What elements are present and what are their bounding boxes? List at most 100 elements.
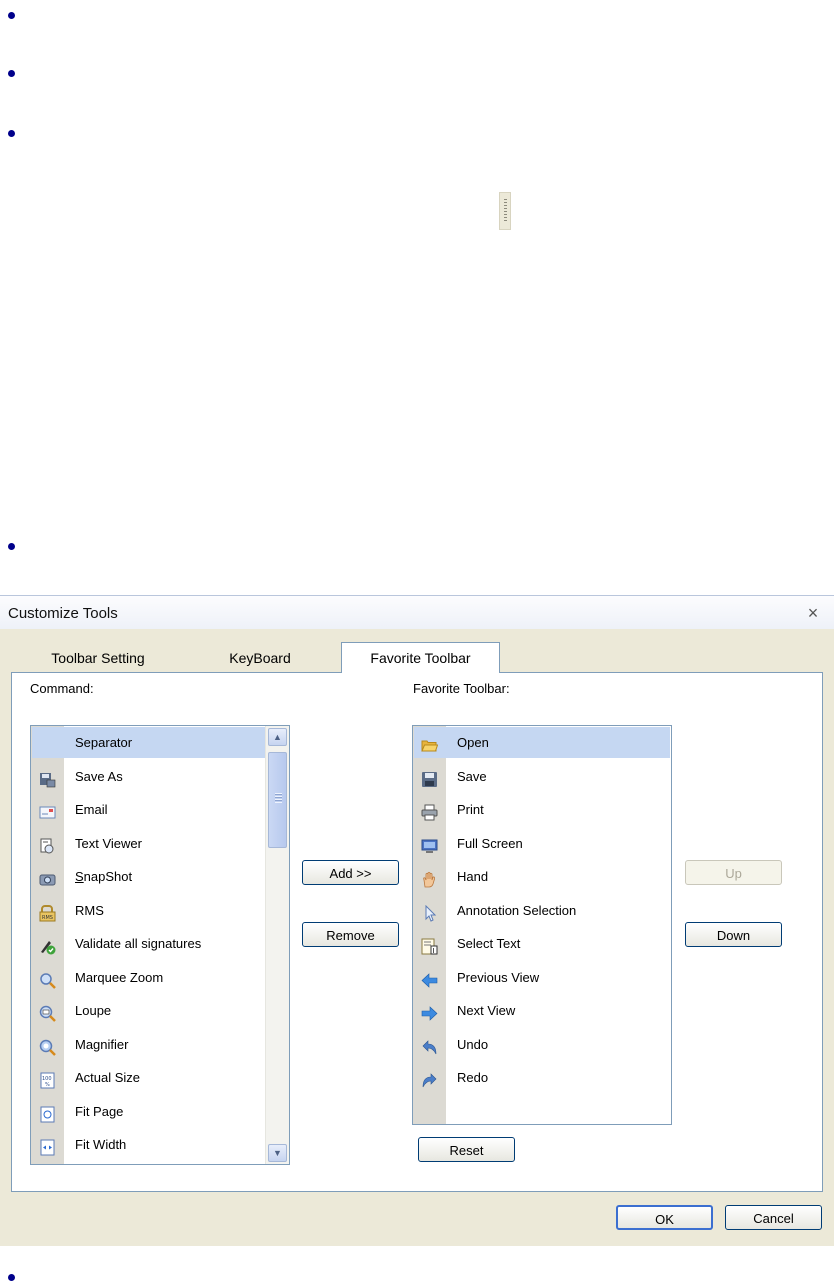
bullet-point xyxy=(8,70,15,77)
text-viewer-icon xyxy=(39,835,56,853)
rms-icon: RMS xyxy=(39,902,56,921)
list-item-label: SnapShot xyxy=(75,869,133,884)
list-item-label: Separator xyxy=(75,735,133,750)
list-item-undo[interactable]: Undo xyxy=(414,1029,670,1060)
list-item-next-view[interactable]: Next View xyxy=(414,995,670,1026)
list-item-open[interactable]: Open xyxy=(414,727,670,758)
tab-favorite-toolbar[interactable]: Favorite Toolbar xyxy=(341,642,500,673)
list-item-annotation-selection[interactable]: Annotation Selection xyxy=(414,895,670,926)
fit-page-icon xyxy=(39,1103,56,1122)
list-item-actual-size[interactable]: 100% Actual Size xyxy=(32,1062,265,1093)
list-item-label: Marquee Zoom xyxy=(75,969,164,985)
marquee-zoom-icon xyxy=(39,969,56,989)
bullet-point xyxy=(8,543,15,550)
list-item-label: Print xyxy=(457,802,484,817)
list-item-previous-view[interactable]: Previous View xyxy=(414,962,670,993)
list-item-label: Select Text xyxy=(457,936,521,951)
list-item-magnifier[interactable]: Magnifier xyxy=(32,1029,265,1060)
dialog-titlebar: Customize Tools × xyxy=(0,595,834,629)
list-item-label: Full Screen xyxy=(457,835,523,851)
customize-tools-dialog: Customize Tools × Toolbar Setting KeyBoa… xyxy=(0,595,834,1246)
list-item-save-as[interactable]: Save As xyxy=(32,761,265,792)
fit-width-icon xyxy=(39,1136,56,1156)
folder-open-icon xyxy=(421,734,439,752)
svg-text:RMS: RMS xyxy=(42,915,53,921)
command-label: Command: xyxy=(30,681,94,696)
full-screen-icon xyxy=(421,835,438,853)
favorite-toolbar-list[interactable]: Open Save Print Full Screen Hand Annotation S… xyxy=(412,725,672,1125)
scroll-thumb[interactable] xyxy=(268,752,287,848)
list-item-save[interactable]: Save xyxy=(414,761,670,792)
dialog-title: Customize Tools xyxy=(8,605,118,622)
list-item-label: Next View xyxy=(457,1003,516,1018)
list-item-label: Annotation Selection xyxy=(457,902,577,918)
list-item-label: RMS xyxy=(75,902,104,918)
arrow-right-icon xyxy=(421,1002,438,1021)
snapshot-icon xyxy=(39,868,56,886)
list-item-label: Fit Page xyxy=(75,1103,124,1119)
list-item-hand[interactable]: Hand xyxy=(414,861,670,892)
cancel-button[interactable]: Cancel xyxy=(725,1205,822,1230)
tab-keyboard[interactable]: KeyBoard xyxy=(200,644,320,672)
redo-icon xyxy=(421,1069,438,1088)
list-item-label: Validate all signatures xyxy=(75,936,202,951)
favorite-toolbar-label: Favorite Toolbar: xyxy=(413,681,510,696)
separator-placeholder xyxy=(39,734,56,751)
list-item-snapshot[interactable]: SnapShot xyxy=(32,861,265,892)
list-item-label: Loupe xyxy=(75,1003,112,1018)
svg-text:I: I xyxy=(433,947,435,955)
list-item-email[interactable]: Email xyxy=(32,794,265,825)
select-text-icon: I xyxy=(421,935,438,955)
list-item-label: Redo xyxy=(457,1070,489,1085)
command-list[interactable]: Separator Save As Email Text Viewer SnapShot… xyxy=(30,725,290,1165)
list-item-label: Text Viewer xyxy=(75,835,142,851)
list-item-label: Hand xyxy=(457,869,489,884)
scroll-down-button[interactable]: ▼ xyxy=(268,1144,287,1162)
bullet-point xyxy=(8,1274,15,1281)
ok-button[interactable]: OK xyxy=(616,1205,713,1230)
close-icon[interactable]: × xyxy=(800,600,826,626)
annotation-selection-icon xyxy=(421,902,438,922)
list-item-rms[interactable]: RMS RMS xyxy=(32,895,265,926)
arrow-left-icon xyxy=(421,969,438,988)
magnifier-icon xyxy=(39,1036,56,1056)
reset-button[interactable]: Reset xyxy=(418,1137,515,1162)
print-icon xyxy=(421,801,438,821)
save-as-icon xyxy=(39,768,56,787)
hand-icon xyxy=(421,868,438,888)
remove-button[interactable]: Remove xyxy=(302,922,399,947)
down-button[interactable]: Down xyxy=(685,922,782,947)
list-item-label: Undo xyxy=(457,1036,489,1052)
actual-size-icon: 100% xyxy=(39,1069,56,1089)
list-item-label: Previous View xyxy=(457,969,540,985)
command-list-scrollbar[interactable]: ▲ ▼ xyxy=(265,726,289,1164)
list-item-label: Magnifier xyxy=(75,1036,129,1052)
scroll-up-button[interactable]: ▲ xyxy=(268,728,287,746)
validate-signatures-icon xyxy=(39,935,56,955)
list-item-fit-page[interactable]: Fit Page xyxy=(32,1096,265,1127)
email-icon xyxy=(39,801,56,819)
list-item-text-viewer[interactable]: Text Viewer xyxy=(32,828,265,859)
list-item-label: Actual Size xyxy=(75,1070,141,1085)
list-item-validate-all-signatures[interactable]: Validate all signatures xyxy=(32,928,265,959)
up-button[interactable]: Up xyxy=(685,860,782,885)
list-item-redo[interactable]: Redo xyxy=(414,1062,670,1093)
list-item-print[interactable]: Print xyxy=(414,794,670,825)
list-item-select-text[interactable]: I Select Text xyxy=(414,928,670,959)
add-button[interactable]: Add >> xyxy=(302,860,399,885)
svg-text:%: % xyxy=(45,1082,50,1088)
list-item-label: Save As xyxy=(75,768,123,784)
tab-toolbar-setting[interactable]: Toolbar Setting xyxy=(24,644,172,672)
list-item-label: Save xyxy=(457,768,487,784)
list-item-label: Open xyxy=(457,735,489,750)
loupe-icon xyxy=(39,1002,56,1022)
bullet-point xyxy=(8,130,15,137)
list-item-loupe[interactable]: Loupe xyxy=(32,995,265,1026)
list-item-label: Fit Width xyxy=(75,1137,127,1152)
list-item-marquee-zoom[interactable]: Marquee Zoom xyxy=(32,962,265,993)
list-item-fit-width[interactable]: Fit Width xyxy=(32,1129,265,1160)
list-item-separator[interactable]: Separator xyxy=(32,727,265,758)
list-item-full-screen[interactable]: Full Screen xyxy=(414,828,670,859)
save-icon xyxy=(421,768,438,787)
toolbar-grip-handle[interactable] xyxy=(499,192,511,230)
